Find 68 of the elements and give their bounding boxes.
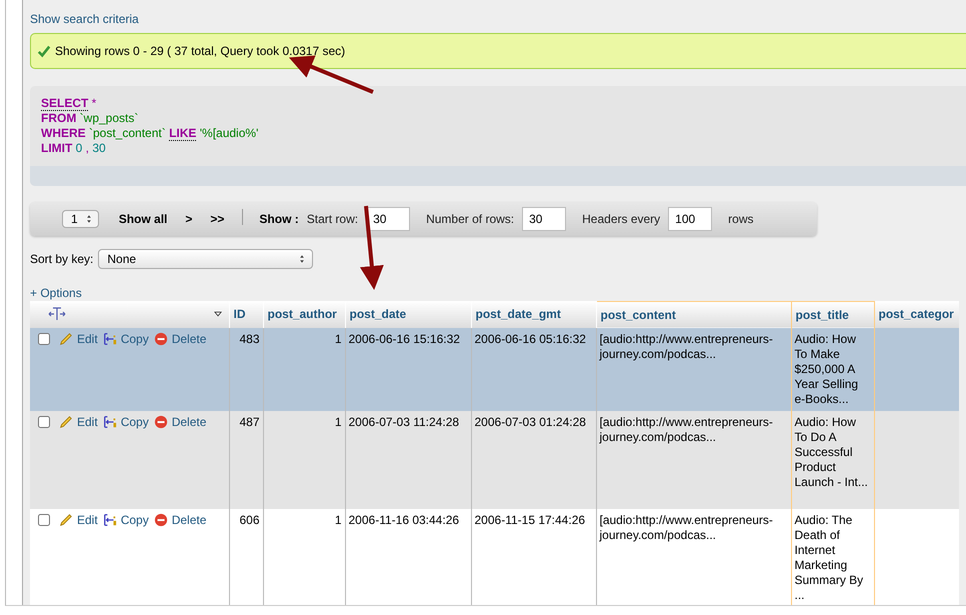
table-cell: 2006-06-16 05:16:32 bbox=[471, 328, 596, 411]
table-cell: Audio: How To Do A Successful Product Launch - Int... bbox=[791, 410, 874, 509]
copy-link[interactable]: Copy bbox=[102, 512, 149, 528]
row-checkbox[interactable] bbox=[38, 514, 50, 526]
delete-icon bbox=[154, 513, 168, 528]
copy-link[interactable]: Copy bbox=[102, 414, 149, 430]
sql-line: WHERE `post_content` LIKE '%[audio%' bbox=[41, 126, 260, 141]
sort-dropdown[interactable]: None bbox=[98, 248, 314, 269]
column-header[interactable]: ID bbox=[229, 301, 263, 328]
table-cell: Audio: The Death of Internet Marketing Summary By ... bbox=[791, 508, 874, 605]
sql-line: SELECT * bbox=[41, 96, 98, 111]
column-header[interactable]: post_categor bbox=[874, 301, 959, 328]
rows-count-field[interactable]: 30 bbox=[522, 206, 566, 231]
column-header[interactable]: post_author bbox=[263, 301, 345, 328]
delete-icon bbox=[154, 415, 168, 430]
headers-every-label: Headers every bbox=[582, 212, 660, 226]
table-cell: 1 bbox=[263, 328, 345, 411]
table-cell: 2006-07-03 01:24:28 bbox=[471, 410, 596, 509]
edit-link[interactable]: Edit bbox=[59, 512, 98, 528]
delete-link[interactable]: Delete bbox=[154, 512, 206, 528]
show-all-button[interactable]: Show all bbox=[118, 212, 168, 226]
check-icon bbox=[37, 44, 51, 58]
options-link[interactable]: + Options bbox=[30, 286, 82, 300]
column-header[interactable]: post_date bbox=[345, 301, 471, 328]
delete-link[interactable]: Delete bbox=[154, 414, 206, 430]
delete-link[interactable]: Delete bbox=[154, 332, 206, 347]
table-cell: 1 bbox=[263, 508, 345, 605]
pencil-icon bbox=[59, 415, 73, 430]
start-row-label: Start row: bbox=[306, 212, 358, 226]
copy-icon bbox=[102, 415, 117, 430]
rows-label: rows bbox=[728, 212, 754, 226]
message-text: Showing rows 0 - 29 ( 37 total, Query took 0.0317 sec) bbox=[55, 44, 346, 58]
table-cell: 2006-06-16 15:16:32 bbox=[345, 328, 471, 411]
show-label: Show : bbox=[259, 212, 299, 226]
copy-link[interactable]: Copy bbox=[102, 332, 149, 347]
table-cell: 2006-07-03 11:24:28 bbox=[345, 410, 471, 509]
pencil-icon bbox=[59, 513, 73, 528]
delete-icon bbox=[154, 332, 168, 346]
table-cell: 2006-11-15 17:44:26 bbox=[471, 508, 596, 605]
table-cell: 1 bbox=[263, 410, 345, 509]
pencil-icon bbox=[59, 332, 73, 346]
table-cell: [audio:http://www.entrepreneurs-journey.com/podcas... bbox=[596, 328, 791, 411]
sort-label: Sort by key: bbox=[30, 252, 94, 266]
table-cell: [audio:http://www.entrepreneurs-journey.com/podcas... bbox=[596, 410, 791, 509]
column-header[interactable]: post_title bbox=[791, 301, 874, 328]
edit-link[interactable]: Edit bbox=[59, 414, 98, 430]
row-checkbox[interactable] bbox=[38, 333, 50, 346]
edit-link[interactable]: Edit bbox=[59, 332, 98, 347]
page-select[interactable]: 1 bbox=[62, 210, 99, 228]
next-page-button[interactable]: > bbox=[185, 212, 192, 226]
column-header[interactable]: post_content bbox=[596, 301, 791, 328]
table-cell: 487 bbox=[229, 410, 263, 509]
table-cell: 2006-11-16 03:44:26 bbox=[345, 508, 471, 605]
table-cell: 606 bbox=[229, 508, 263, 605]
table-cell: 483 bbox=[229, 328, 263, 411]
copy-icon bbox=[102, 332, 117, 346]
search-criteria-link[interactable]: Show search criteria bbox=[30, 12, 139, 26]
sql-line: LIMIT 0 , 30 bbox=[41, 140, 107, 156]
sql-line: FROM `wp_posts` bbox=[41, 110, 140, 126]
table-cell: [audio:http://www.entrepreneurs-journey.com/podcas... bbox=[596, 508, 791, 605]
copy-icon bbox=[102, 513, 117, 528]
last-page-button[interactable]: >> bbox=[210, 212, 224, 226]
row-checkbox[interactable] bbox=[38, 416, 50, 428]
column-header[interactable]: post_date_gmt bbox=[471, 301, 596, 328]
start-row-field[interactable]: 30 bbox=[366, 206, 410, 231]
table-cell: Audio: How To Make $250,000 A Year Selling e-Books... bbox=[791, 328, 874, 411]
rows-count-label: Number of rows: bbox=[426, 212, 514, 226]
headers-every-field[interactable]: 100 bbox=[668, 206, 712, 231]
